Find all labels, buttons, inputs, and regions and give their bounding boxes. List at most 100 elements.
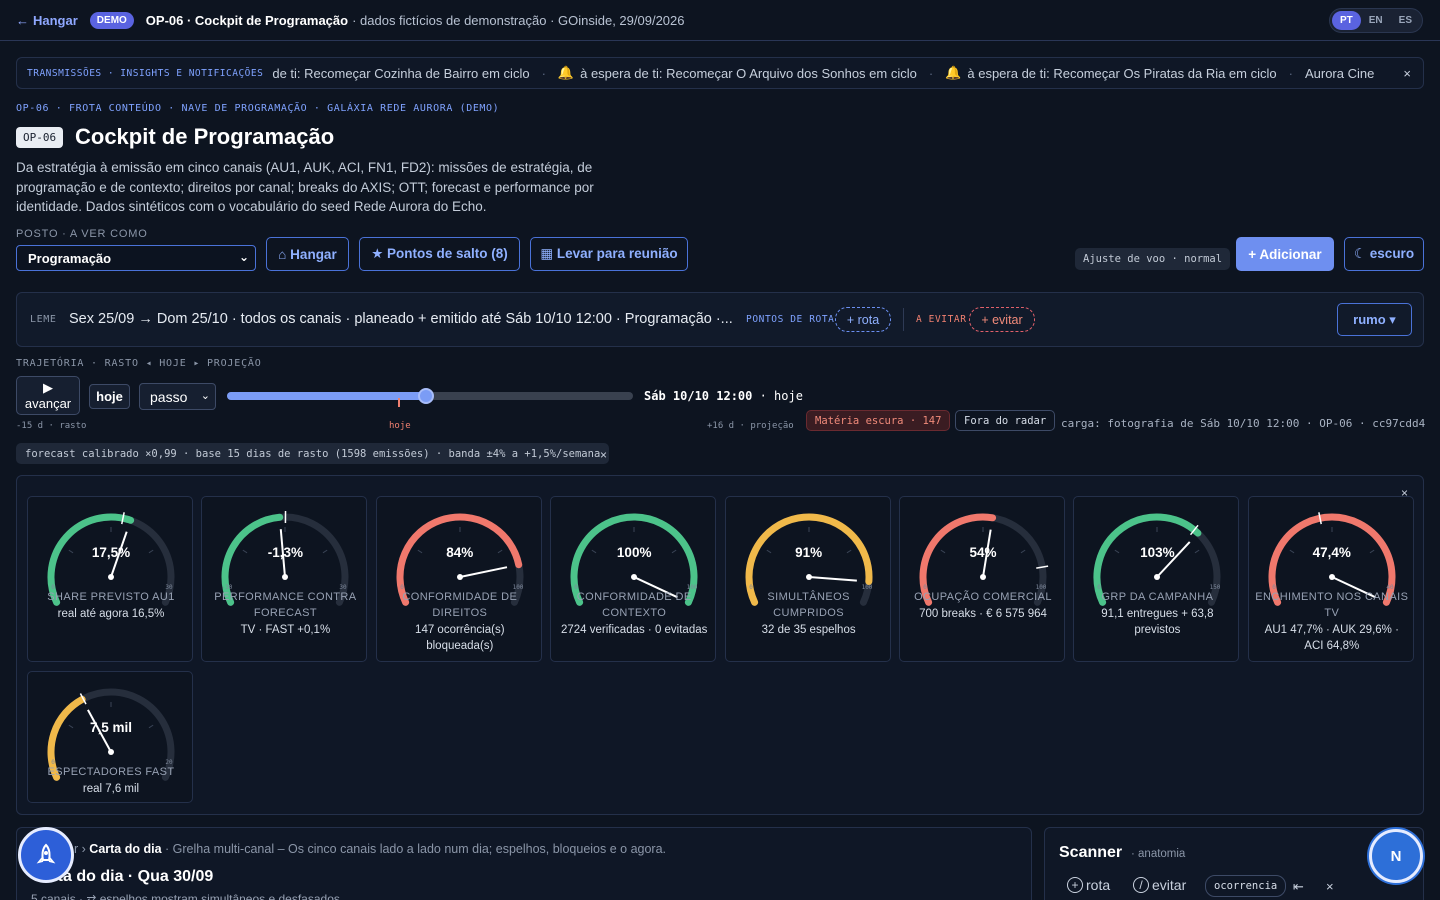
ticker-item[interactable]: à espera de ti: Recomeçar Os Piratas da … — [967, 66, 1276, 81]
add-button[interactable]: + Adicionar — [1236, 237, 1334, 271]
ticker-separator: · — [541, 65, 546, 81]
lang-en[interactable]: EN — [1361, 11, 1391, 30]
ticker-item[interactable]: Aurora Cine — [1305, 66, 1374, 81]
bell-icon: 🔔 — [945, 65, 962, 80]
scanner-occurrence-chip[interactable]: ocorrencia — [1205, 875, 1287, 897]
gauge-subtext: 91,1 entregues + 63,8 previstos — [1101, 608, 1214, 636]
theme-toggle-button[interactable]: ☾ escuro — [1344, 237, 1424, 271]
off-radar-badge[interactable]: Fora do radar — [955, 410, 1056, 431]
trajectory-label: TRAJETÓRIA · RASTO ◂ HOJE ▸ PROJEÇÃO — [16, 358, 262, 369]
gauge-value: 91% — [795, 545, 823, 560]
gauge-label: ENCHIMENTO NOS CANAIS TV — [1255, 591, 1409, 619]
posto-select[interactable]: Programação ⌄ — [16, 245, 256, 271]
ticker-separator: · — [1288, 65, 1293, 81]
chevron-down-icon: ⌄ — [238, 250, 249, 264]
gauge-card[interactable]: 0 150 103% GRP DA CAMPANHA 91,1 entregues + … — [1073, 496, 1240, 662]
collapse-icon[interactable]: ⇤ — [1293, 879, 1304, 895]
flight-adjust-badge[interactable]: Ajuste de voo · normal — [1075, 248, 1231, 270]
gauge-hub — [980, 574, 986, 580]
gauge-card[interactable]: 0 100 100% CONFORMIDADE DE CONTEXTO 2724 ver… — [550, 496, 717, 662]
chevron-down-icon: ⌄ — [200, 390, 210, 402]
scanner-avoid-button[interactable]: / evitar — [1133, 877, 1186, 893]
gauge-card[interactable]: -30 30 -1,3% PERFORMANCE CONTRA FORECAST TV … — [201, 496, 368, 662]
heading-dropdown[interactable]: rumo ▾ — [1337, 303, 1412, 336]
gauge-hub — [108, 749, 114, 755]
ticker-item[interactable]: de ti: Recomeçar Cozinha de Bairro em ci… — [272, 66, 529, 81]
ticker-item[interactable]: à espera de ti: Recomeçar O Arquivo dos … — [580, 66, 917, 81]
forecast-close-button[interactable]: × — [600, 448, 607, 462]
page-title: Cockpit de Programação — [75, 124, 335, 149]
gauge-subtext: real até agora 16,5% — [57, 608, 165, 620]
lang-pt[interactable]: PT — [1331, 11, 1361, 30]
rocket-launcher-button[interactable] — [18, 827, 74, 883]
plus-circle-icon: + — [1067, 877, 1083, 893]
ticker-label: TRANSMISSÕES · INSIGHTS E NOTIFICAÇÕES — [27, 67, 264, 79]
gauge-label: CONFORMIDADE DE CONTEXTO — [576, 591, 692, 619]
add-avoid-chip[interactable]: + evitar — [969, 307, 1035, 332]
scanner-title: Scanner — [1059, 844, 1123, 861]
jump-points-button[interactable]: ★ Pontos de salto (8) — [359, 237, 520, 271]
gauge-label: PERFORMANCE CONTRA FORECAST — [214, 591, 357, 619]
tick-left-label: -15 d · rasto — [16, 421, 87, 431]
gauge-card[interactable]: 0 20 7,5 mil ESPECTADORES FAST real 7,6 mil — [27, 671, 193, 803]
carta-crumb-prefix: r › — [74, 842, 86, 856]
app-title: OP-06 · Cockpit de Programação — [145, 12, 349, 28]
gauge-label: SIMULTÂNEOS CUMPRIDOS — [767, 591, 850, 619]
gauge-target-marker — [1036, 565, 1049, 569]
gauge-subtext: TV · FAST +0,1% — [240, 624, 331, 636]
hangar-button[interactable]: ⌂ Hangar — [266, 237, 349, 271]
play-icon: ▶ — [43, 380, 53, 395]
gauge-value: 47,4% — [1312, 545, 1351, 560]
scanner-avoid-label: evitar — [1152, 877, 1187, 893]
waypoints-label: PONTOS DE ROTA — [746, 314, 835, 325]
dark-matter-badge[interactable]: Matéria escura · 147 — [806, 410, 951, 431]
gauge-subtext: real 7,6 mil — [82, 783, 140, 795]
gauge-card[interactable]: 0 100 84% CONFORMIDADE DE DIREITOS 147 ocorr… — [375, 496, 542, 662]
gauge-needle — [459, 566, 507, 578]
time-slider[interactable] — [227, 388, 633, 404]
today-button[interactable]: hoje — [89, 384, 130, 409]
take-to-meeting-button[interactable]: ▦ Levar para reunião — [530, 237, 688, 271]
gauge-hub — [1154, 574, 1161, 580]
gauge-subtext: 700 breaks · € 6 575 964 — [919, 608, 1047, 620]
breadcrumb: OP-06 · FROTA CONTEÚDO · NAVE DE PROGRAM… — [16, 103, 500, 114]
gauge-hub — [282, 574, 289, 580]
add-route-chip[interactable]: + rota — [835, 307, 891, 332]
gauge-label: SHARE PREVISTO AU1 — [47, 591, 175, 603]
ticker-separator: · — [928, 65, 934, 81]
gauge-hub — [1328, 574, 1335, 580]
gauge-card[interactable]: 0 100 54% OCUPAÇÃO COMERCIAL 700 breaks · € … — [899, 496, 1065, 662]
carta-subtitle: 5 canais · ⇄ espelhos mostram simultâneo… — [31, 892, 340, 900]
scanner-close-button[interactable]: × — [1326, 879, 1334, 894]
gauge-subtext: 147 ocorrência(s) bloqueada(s) — [415, 624, 505, 652]
slider-thumb[interactable] — [417, 388, 434, 404]
gauge-subtext: 32 de 35 espelhos — [761, 624, 856, 636]
app-subtitle: · dados fictícios de demonstração · GOin… — [352, 12, 685, 28]
page-description: Da estratégia à emissão em cinco canais … — [16, 160, 594, 214]
gauge-value: -1,3% — [267, 545, 304, 560]
avatar[interactable]: N — [1369, 829, 1423, 883]
gauge-value: 84% — [446, 545, 474, 560]
advance-label: avançar — [24, 396, 72, 411]
leme-summary[interactable]: Sex 25/09 → Dom 25/10 · todos os canais … — [69, 311, 733, 327]
language-switch: PT EN ES — [1328, 8, 1423, 33]
gauge-value: 54% — [969, 545, 997, 560]
gauge-hub — [108, 574, 114, 580]
scanner-route-label: rota — [1086, 877, 1111, 893]
gauge-label: OCUPAÇÃO COMERCIAL — [914, 591, 1052, 603]
leme-bar: LEME Sex 25/09 → Dom 25/10 · todos os ca… — [16, 292, 1424, 347]
scanner-route-button[interactable]: + rota — [1067, 877, 1110, 893]
load-snapshot-info: carga: fotografia de Sáb 10/10 12:00 · O… — [1061, 417, 1426, 430]
carta-do-dia-panel: r › Carta do dia · Grelha multi-canal – … — [16, 827, 1032, 900]
ticker-close-button[interactable]: × — [1403, 66, 1411, 81]
gauge-card[interactable]: 0 30 17,5% SHARE PREVISTO AU1 real até agora… — [27, 496, 193, 662]
carta-breadcrumb: r › Carta do dia · Grelha multi-canal – … — [74, 842, 666, 856]
gauge-card[interactable]: 0 40 47,4% ENCHIMENTO NOS CANAIS TV AU1 47,7… — [1247, 496, 1414, 662]
gauge-subtext: AU1 47,7% · AUK 29,6% · ACI 64,8% — [1264, 624, 1399, 652]
lang-es[interactable]: ES — [1391, 11, 1420, 30]
advance-button[interactable]: ▶ avançar — [16, 376, 80, 415]
back-to-hangar-link[interactable]: ← Hangar — [16, 13, 78, 28]
step-select[interactable]: passo ⌄ — [139, 383, 216, 410]
gauges-panel: × 0 30 17,5% SHARE PREVISTO AU1 real até ago… — [16, 475, 1424, 815]
gauge-card[interactable]: 0 100 91% SIMULTÂNEOS CUMPRIDOS 32 de 35 esp… — [724, 496, 891, 662]
